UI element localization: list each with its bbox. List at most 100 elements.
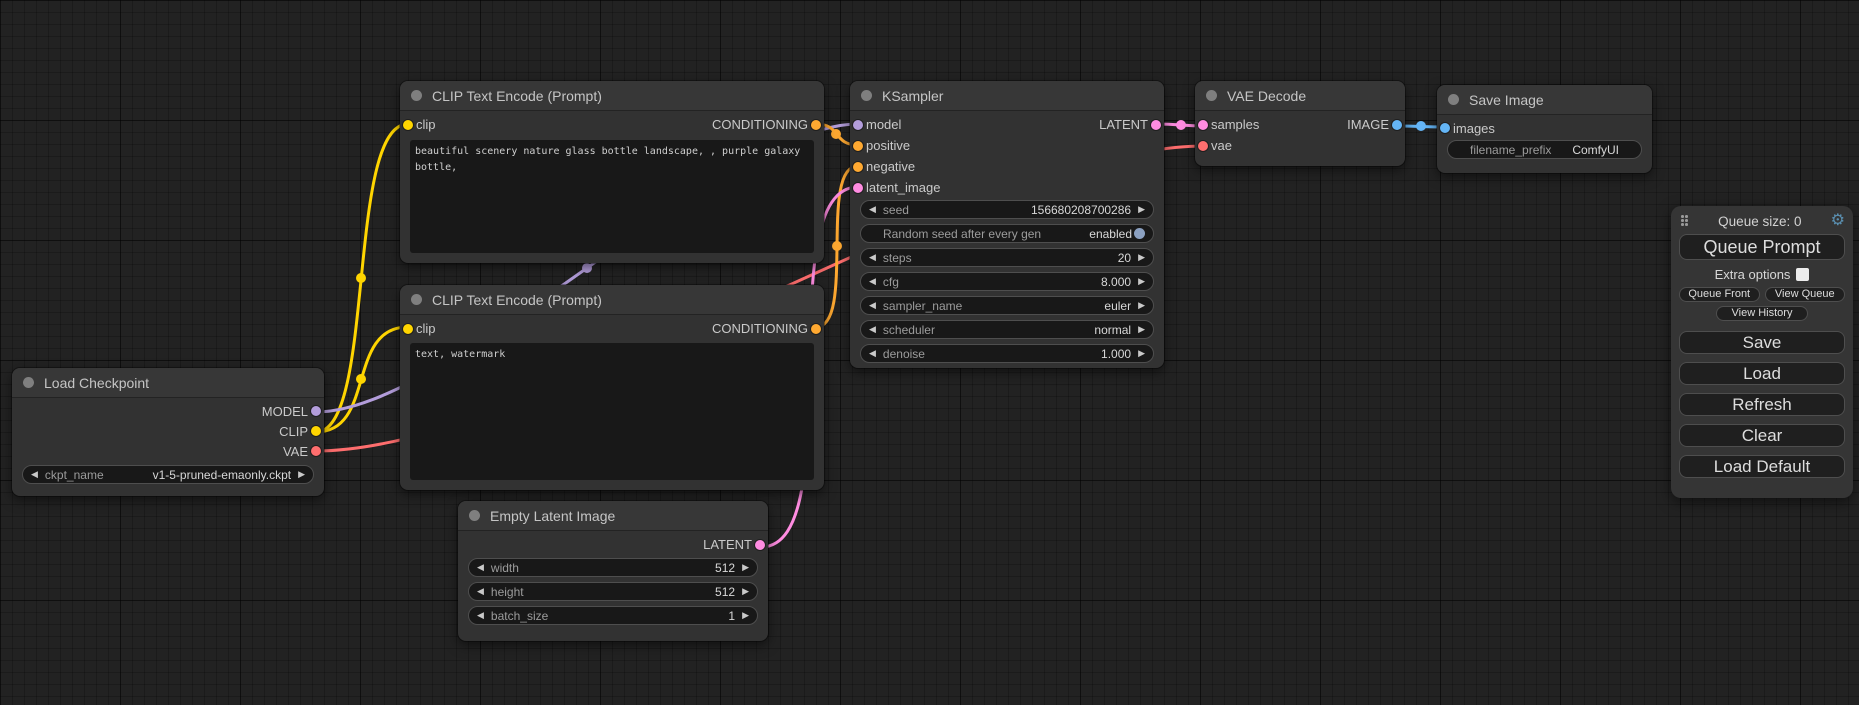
node-ksampler[interactable]: KSampler model LATENT positive negative …	[850, 81, 1164, 368]
prompt-textarea[interactable]: text, watermark	[410, 343, 814, 480]
input-slot-samples[interactable]	[1198, 120, 1208, 130]
filename-prefix-widget[interactable]: filename_prefix ComfyUI	[1447, 140, 1642, 159]
increment-arrow-icon[interactable]: ▶	[742, 587, 749, 596]
increment-arrow-icon[interactable]: ▶	[1138, 349, 1145, 358]
link-dot-model	[582, 263, 592, 273]
seed-widget[interactable]: ◀ seed 156680208700286 ▶	[860, 200, 1154, 219]
increment-arrow-icon[interactable]: ▶	[1138, 205, 1145, 214]
increment-arrow-icon[interactable]: ▶	[742, 563, 749, 572]
toggle-dot-icon[interactable]	[1134, 228, 1145, 239]
link-dot-clip-1	[356, 273, 366, 283]
increment-arrow-icon[interactable]: ▶	[1138, 325, 1145, 334]
widget-value: 1.000	[1101, 347, 1131, 361]
input-slot-model[interactable]	[853, 120, 863, 130]
input-slot-clip[interactable]	[403, 324, 413, 334]
height-widget[interactable]: ◀ height 512 ▶	[468, 582, 758, 601]
node-header[interactable]: Save Image	[1437, 85, 1652, 115]
decrement-arrow-icon[interactable]: ◀	[869, 205, 876, 214]
node-header[interactable]: Load Checkpoint	[12, 368, 324, 398]
output-slot-vae[interactable]	[311, 446, 321, 456]
decrement-arrow-icon[interactable]: ◀	[31, 470, 38, 479]
decrement-arrow-icon[interactable]: ◀	[869, 349, 876, 358]
decrement-arrow-icon[interactable]: ◀	[477, 611, 484, 620]
widget-value: euler	[1104, 299, 1131, 313]
decrement-arrow-icon[interactable]: ◀	[477, 563, 484, 572]
collapse-dot-icon[interactable]	[1206, 90, 1217, 101]
node-graph-canvas[interactable]: Load Checkpoint MODEL CLIP VAE ◀ ckpt_na…	[0, 0, 1859, 705]
node-header[interactable]: VAE Decode	[1195, 81, 1405, 111]
output-slot-model[interactable]	[311, 406, 321, 416]
view-history-button[interactable]: View History	[1716, 306, 1808, 321]
link-dot-conditioning-positive	[831, 129, 841, 139]
node-header[interactable]: CLIP Text Encode (Prompt)	[400, 81, 824, 111]
denoise-widget[interactable]: ◀ denoise 1.000 ▶	[860, 344, 1154, 363]
collapse-dot-icon[interactable]	[469, 510, 480, 521]
input-slot-latent-image[interactable]	[853, 183, 863, 193]
widget-value: 512	[715, 585, 735, 599]
link-dot-latent	[1176, 120, 1186, 130]
widget-value: 512	[715, 561, 735, 575]
extra-options-checkbox[interactable]	[1796, 268, 1809, 281]
node-header[interactable]: Empty Latent Image	[458, 501, 768, 531]
node-vae-decode[interactable]: VAE Decode samples IMAGE vae	[1195, 81, 1405, 166]
widget-label: ckpt_name	[45, 468, 104, 482]
collapse-dot-icon[interactable]	[411, 294, 422, 305]
node-load-checkpoint[interactable]: Load Checkpoint MODEL CLIP VAE ◀ ckpt_na…	[12, 368, 324, 496]
sampler-name-widget[interactable]: ◀ sampler_name euler ▶	[860, 296, 1154, 315]
random-seed-toggle-widget[interactable]: Random seed after every gen enabled	[860, 224, 1154, 243]
ckpt-name-widget[interactable]: ◀ ckpt_name v1-5-pruned-emaonly.ckpt ▶	[22, 465, 314, 484]
batch-size-widget[interactable]: ◀ batch_size 1 ▶	[468, 606, 758, 625]
width-widget[interactable]: ◀ width 512 ▶	[468, 558, 758, 577]
collapse-dot-icon[interactable]	[411, 90, 422, 101]
collapse-dot-icon[interactable]	[861, 90, 872, 101]
save-button[interactable]: Save	[1679, 331, 1845, 354]
cfg-widget[interactable]: ◀ cfg 8.000 ▶	[860, 272, 1154, 291]
decrement-arrow-icon[interactable]: ◀	[869, 277, 876, 286]
scheduler-widget[interactable]: ◀ scheduler normal ▶	[860, 320, 1154, 339]
clear-button[interactable]: Clear	[1679, 424, 1845, 447]
decrement-arrow-icon[interactable]: ◀	[869, 325, 876, 334]
output-slot-latent[interactable]	[1151, 120, 1161, 130]
node-save-image[interactable]: Save Image images filename_prefix ComfyU…	[1437, 85, 1652, 173]
view-queue-button[interactable]: View Queue	[1765, 287, 1846, 302]
output-slot-conditioning[interactable]	[811, 120, 821, 130]
refresh-button[interactable]: Refresh	[1679, 393, 1845, 416]
queue-prompt-button[interactable]: Queue Prompt	[1679, 234, 1845, 260]
decrement-arrow-icon[interactable]: ◀	[869, 253, 876, 262]
output-slot-conditioning[interactable]	[811, 324, 821, 334]
collapse-dot-icon[interactable]	[23, 377, 34, 388]
increment-arrow-icon[interactable]: ▶	[1138, 253, 1145, 262]
input-slot-negative[interactable]	[853, 162, 863, 172]
output-slot-image[interactable]	[1392, 120, 1402, 130]
load-default-button[interactable]: Load Default	[1679, 455, 1845, 478]
widget-label: denoise	[883, 347, 925, 361]
node-clip-text-encode-positive[interactable]: CLIP Text Encode (Prompt) clip CONDITION…	[400, 81, 824, 263]
input-slot-vae[interactable]	[1198, 141, 1208, 151]
load-button[interactable]: Load	[1679, 362, 1845, 385]
increment-arrow-icon[interactable]: ▶	[298, 470, 305, 479]
collapse-dot-icon[interactable]	[1448, 94, 1459, 105]
node-title: CLIP Text Encode (Prompt)	[432, 88, 602, 104]
increment-arrow-icon[interactable]: ▶	[1138, 301, 1145, 310]
output-slot-latent[interactable]	[755, 540, 765, 550]
output-slot-clip[interactable]	[311, 426, 321, 436]
increment-arrow-icon[interactable]: ▶	[742, 611, 749, 620]
drag-handle-icon[interactable]	[1681, 215, 1689, 227]
decrement-arrow-icon[interactable]: ◀	[477, 587, 484, 596]
input-slot-clip[interactable]	[403, 120, 413, 130]
node-header[interactable]: CLIP Text Encode (Prompt)	[400, 285, 824, 315]
input-slot-images[interactable]	[1440, 123, 1450, 133]
increment-arrow-icon[interactable]: ▶	[1138, 277, 1145, 286]
steps-widget[interactable]: ◀ steps 20 ▶	[860, 248, 1154, 267]
widget-label: Random seed after every gen	[883, 227, 1041, 241]
settings-gear-icon[interactable]: ⚙	[1831, 213, 1845, 229]
node-empty-latent-image[interactable]: Empty Latent Image LATENT ◀ width 512 ▶ …	[458, 501, 768, 641]
queue-front-button[interactable]: Queue Front	[1679, 287, 1760, 302]
decrement-arrow-icon[interactable]: ◀	[869, 301, 876, 310]
input-slot-positive[interactable]	[853, 141, 863, 151]
prompt-textarea[interactable]: beautiful scenery nature glass bottle la…	[410, 140, 814, 253]
node-header[interactable]: KSampler	[850, 81, 1164, 111]
queue-size-label: Queue size: 0	[1689, 214, 1831, 229]
node-clip-text-encode-negative[interactable]: CLIP Text Encode (Prompt) clip CONDITION…	[400, 285, 824, 490]
input-label-latent-image: latent_image	[850, 180, 940, 195]
